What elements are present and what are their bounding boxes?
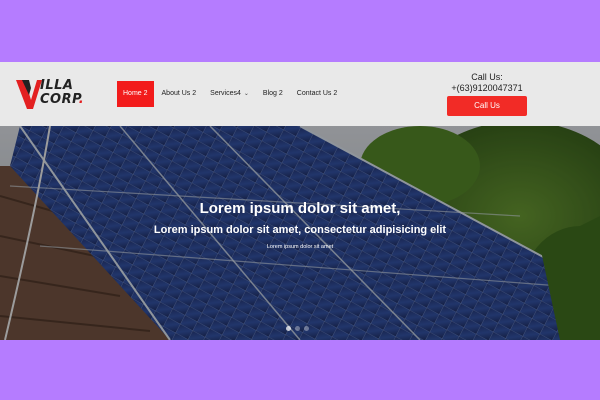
hero-subtitle: Lorem ipsum dolor sit amet, consectetur … bbox=[153, 224, 447, 236]
call-us-button[interactable]: Call Us bbox=[447, 96, 527, 116]
logo-dot: . bbox=[78, 92, 85, 107]
logo-text-line1: ILLA bbox=[40, 78, 74, 93]
hero-title: Lorem ipsum dolor sit amet, bbox=[199, 200, 401, 217]
nav-item-contact[interactable]: Contact Us 2 bbox=[291, 81, 343, 107]
phone-number[interactable]: +(63)9120047371 bbox=[447, 83, 527, 94]
nav-item-home[interactable]: Home 2 bbox=[117, 81, 154, 107]
website-frame: ILLA CORP. Home 2 About Us 2 Services4 ⌄ … bbox=[0, 62, 600, 340]
nav-item-label: Contact Us 2 bbox=[296, 90, 338, 97]
logo-text-line2: CORP. bbox=[40, 92, 84, 107]
main-nav: Home 2 About Us 2 Services4 ⌄ Blog 2 Cont… bbox=[117, 81, 345, 107]
nav-item-services[interactable]: Services4 ⌄ bbox=[204, 81, 255, 107]
logo-v-mark-icon bbox=[16, 80, 42, 109]
nav-item-label: Home 2 bbox=[123, 90, 148, 97]
slider-dot[interactable] bbox=[295, 326, 300, 331]
nav-item-label: Services4 bbox=[210, 90, 241, 97]
site-header: ILLA CORP. Home 2 About Us 2 Services4 ⌄ … bbox=[0, 62, 600, 126]
call-block: Call Us: +(63)9120047371 Call Us bbox=[447, 72, 527, 116]
slider-dots bbox=[286, 326, 313, 331]
chevron-down-icon: ⌄ bbox=[243, 91, 249, 97]
logo[interactable]: ILLA CORP. bbox=[16, 76, 84, 112]
logo-text-corp: CORP bbox=[40, 92, 79, 107]
nav-item-label: Blog 2 bbox=[262, 90, 283, 97]
nav-item-label: About Us 2 bbox=[161, 90, 197, 97]
slider-dot[interactable] bbox=[286, 326, 291, 331]
nav-item-about[interactable]: About Us 2 bbox=[156, 81, 203, 107]
hero-caption: Lorem ipsum dolor sit amet bbox=[266, 244, 334, 250]
hero-slider: Lorem ipsum dolor sit amet, Lorem ipsum … bbox=[0, 126, 600, 340]
call-label: Call Us: bbox=[471, 72, 503, 82]
slider-dot[interactable] bbox=[304, 326, 309, 331]
nav-item-blog[interactable]: Blog 2 bbox=[257, 81, 289, 107]
